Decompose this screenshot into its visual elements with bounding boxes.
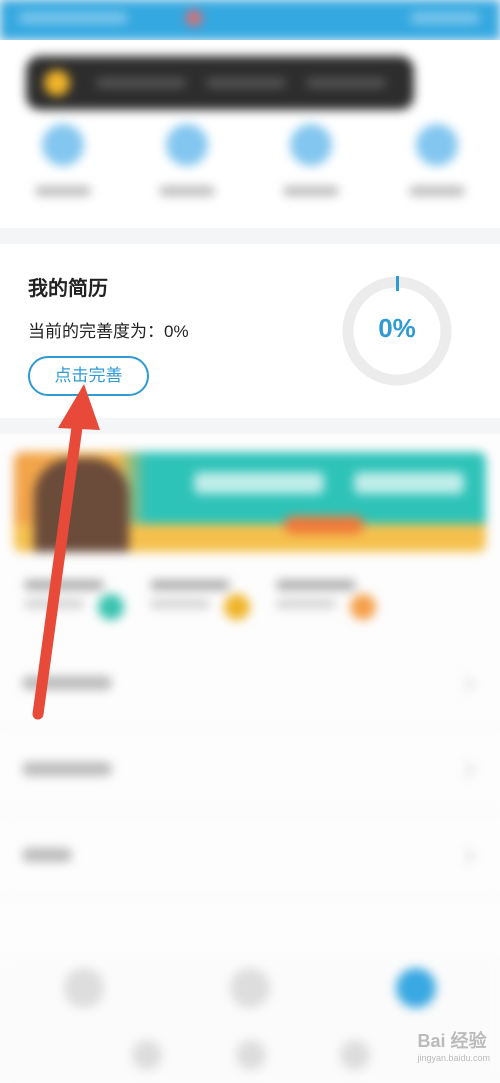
vip-banner[interactable] — [26, 56, 414, 110]
nav-recent-icon[interactable] — [340, 1040, 370, 1070]
feature-tile-icon — [350, 594, 376, 620]
resume-completion-text: 当前的完善度为：0% — [28, 322, 189, 341]
feature-tile-title — [276, 580, 356, 590]
notification-icon — [186, 10, 202, 26]
menu-row-label — [22, 848, 72, 862]
feature-tile-icon — [98, 594, 124, 620]
tab-home-icon[interactable] — [64, 968, 104, 1008]
quick-entry-icon — [416, 124, 458, 166]
menu-row[interactable] — [0, 812, 500, 899]
tab-profile-icon[interactable] — [396, 968, 436, 1008]
promo-person-image — [34, 458, 129, 552]
status-bar-left — [18, 12, 128, 24]
menu-row[interactable] — [0, 640, 500, 727]
status-bar — [0, 0, 500, 40]
resume-title: 我的简历 — [28, 278, 108, 300]
feature-tile-subtitle — [24, 600, 84, 608]
feature-tile[interactable] — [24, 574, 124, 630]
watermark-brand: Bai 经验 — [417, 1031, 487, 1051]
quick-entry-icon — [42, 124, 84, 166]
vip-banner-text — [206, 78, 286, 88]
watermark-url: jingyan.baidu.com — [417, 1053, 490, 1063]
chevron-right-icon — [457, 761, 475, 779]
menu-row[interactable] — [0, 726, 500, 813]
tab-messages-icon[interactable] — [230, 968, 270, 1008]
menu-row-label — [22, 676, 112, 690]
feature-tile-subtitle — [150, 600, 210, 608]
chevron-right-icon — [457, 675, 475, 693]
completion-percent: 0% — [378, 313, 416, 343]
quick-entry-label — [35, 186, 91, 196]
nav-home-icon[interactable] — [236, 1040, 266, 1070]
feature-tile[interactable] — [276, 574, 376, 630]
quick-entry-label — [283, 186, 339, 196]
feature-tile-icon — [224, 594, 250, 620]
feature-tile-title — [150, 580, 230, 590]
watermark-logo: Bai 经验 jingyan.baidu.com — [417, 1027, 490, 1063]
menu-row-label — [22, 762, 112, 776]
quick-entry[interactable] — [276, 124, 346, 214]
feature-tile[interactable] — [150, 574, 250, 630]
feature-tile-subtitle — [276, 600, 336, 608]
promo-banner[interactable] — [14, 452, 486, 552]
quick-entry-label — [409, 186, 465, 196]
quick-entry[interactable] — [402, 124, 472, 214]
vip-banner-text — [96, 78, 186, 88]
promo-text — [194, 472, 324, 494]
completion-ring-marker — [396, 276, 399, 291]
status-bar-right — [410, 12, 480, 24]
vip-banner-text — [306, 78, 386, 88]
quick-entry-label — [159, 186, 215, 196]
chevron-right-icon — [457, 847, 475, 865]
promo-text — [354, 472, 464, 494]
promo-pill — [284, 516, 364, 534]
quick-entry[interactable] — [152, 124, 222, 214]
nav-back-icon[interactable] — [132, 1040, 162, 1070]
quick-entry[interactable] — [28, 124, 98, 214]
crown-icon — [44, 70, 70, 96]
quick-entry-icon — [290, 124, 332, 166]
complete-resume-button[interactable]: 点击完善 — [28, 356, 149, 396]
feature-tile-title — [24, 580, 104, 590]
quick-entry-icon — [166, 124, 208, 166]
